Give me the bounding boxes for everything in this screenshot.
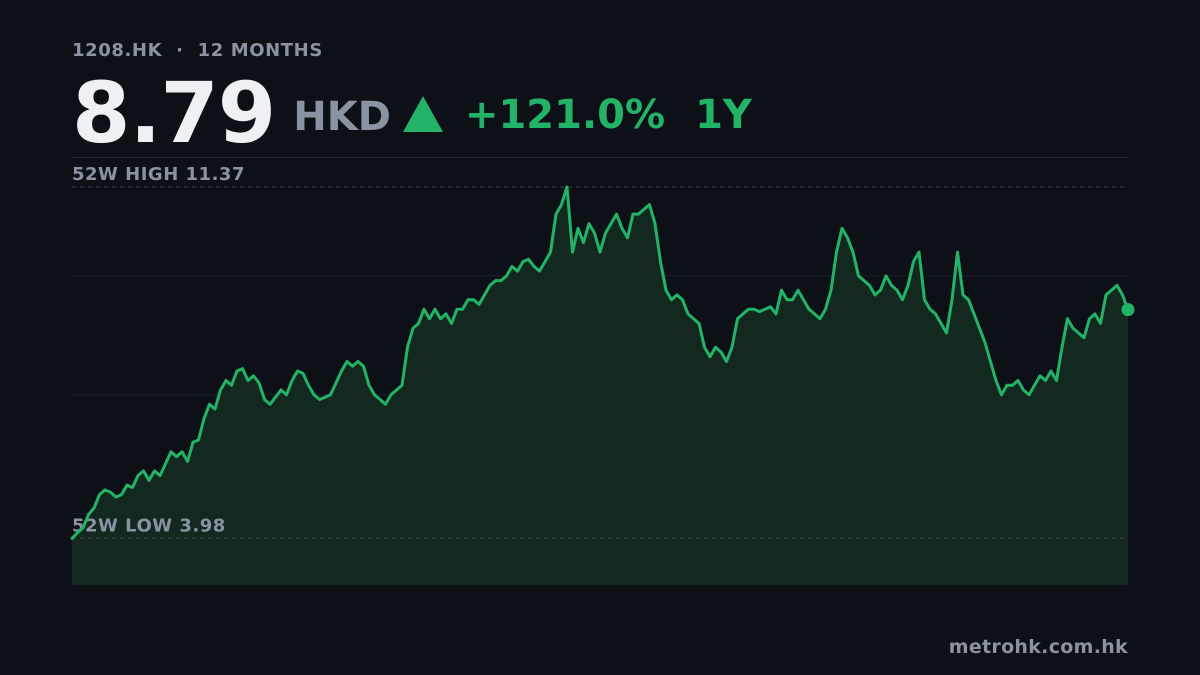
high-reference-label: 52W HIGH 11.37 (72, 164, 245, 185)
source-watermark: metrohk.com.hk (948, 636, 1128, 658)
price-chart: 52W HIGH 11.37 52W LOW 3.98 (70, 164, 1135, 585)
low-reference-label: 52W LOW 3.98 (72, 515, 226, 536)
last-price-marker (1121, 303, 1135, 317)
